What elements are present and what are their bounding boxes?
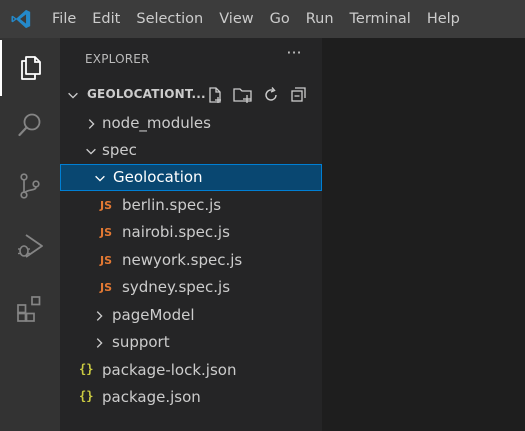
- menu-go[interactable]: Go: [262, 0, 298, 38]
- tree-folder-spec[interactable]: spec: [60, 137, 322, 164]
- activity-source-control[interactable]: [0, 158, 60, 214]
- tree-file-package-json[interactable]: {} package.json: [60, 384, 322, 411]
- menu-bar: File Edit Selection View Go Run Terminal…: [0, 0, 525, 38]
- refresh-button[interactable]: [260, 85, 282, 105]
- run-debug-icon: [18, 234, 43, 258]
- tree-item-label: newyork.spec.js: [122, 251, 243, 269]
- tree-item-label: node_modules: [102, 114, 211, 132]
- activity-explorer[interactable]: [0, 40, 60, 96]
- menu-view[interactable]: View: [211, 0, 261, 38]
- tree-folder-node-modules[interactable]: node_modules: [60, 110, 322, 137]
- activity-bar: [0, 38, 60, 431]
- menu-terminal[interactable]: Terminal: [342, 0, 419, 38]
- vscode-logo-icon: [2, 0, 40, 38]
- new-folder-icon: [233, 88, 252, 103]
- tree-item-label: package-lock.json: [102, 361, 237, 379]
- tree-folder-pagemodel[interactable]: pageModel: [60, 302, 322, 329]
- workspace-root-label: GEOLOCATIONT...: [87, 87, 206, 101]
- activity-extensions[interactable]: [0, 280, 60, 336]
- json-file-icon: {}: [79, 362, 94, 376]
- editor-area[interactable]: [322, 38, 525, 431]
- javascript-file-icon: JS: [100, 199, 113, 212]
- json-file-icon: {}: [79, 389, 94, 403]
- chevron-right-icon: [88, 119, 95, 129]
- menu-edit[interactable]: Edit: [84, 0, 128, 38]
- tree-folder-support[interactable]: support: [60, 329, 322, 356]
- chevron-down-icon: [95, 175, 105, 182]
- new-file-icon: [209, 87, 221, 103]
- tree-item-label: pageModel: [112, 306, 195, 324]
- tree-file-package-lock-json[interactable]: {} package-lock.json: [60, 357, 322, 384]
- tree-file-sydney-spec[interactable]: JS sydney.spec.js: [60, 274, 322, 301]
- chevron-down-icon: [86, 148, 96, 155]
- tree-item-label: spec: [102, 141, 137, 159]
- javascript-file-icon: JS: [100, 281, 113, 294]
- menu-file[interactable]: File: [44, 0, 84, 38]
- files-icon: [21, 56, 41, 80]
- tree-item-label: Geolocation: [113, 168, 203, 186]
- tree-item-label: support: [112, 333, 170, 351]
- tree-folder-geolocation[interactable]: Geolocation: [60, 164, 322, 191]
- javascript-file-icon: JS: [100, 254, 113, 267]
- menu-help[interactable]: Help: [419, 0, 468, 38]
- extensions-icon: [17, 296, 41, 322]
- tree-file-nairobi-spec[interactable]: JS nairobi.spec.js: [60, 219, 322, 246]
- chevron-right-icon: [96, 338, 103, 348]
- source-control-icon: [20, 173, 40, 199]
- explorer-sidebar: EXPLORER ··· GEOLOCATIONT... node_module…: [60, 38, 322, 431]
- activity-run-debug[interactable]: [0, 218, 60, 274]
- collapse-all-button[interactable]: [288, 85, 310, 105]
- collapse-all-icon: [291, 87, 306, 102]
- tree-file-berlin-spec[interactable]: JS berlin.spec.js: [60, 192, 322, 219]
- tree-item-label: berlin.spec.js: [122, 196, 222, 214]
- tree-item-label: sydney.spec.js: [122, 278, 231, 296]
- tree-file-newyork-spec[interactable]: JS newyork.spec.js: [60, 247, 322, 274]
- refresh-icon: [265, 87, 277, 101]
- new-file-button[interactable]: [204, 85, 226, 105]
- tree-item-label: nairobi.spec.js: [122, 223, 230, 241]
- chevron-down-icon: [68, 92, 78, 99]
- menu-run[interactable]: Run: [298, 0, 342, 38]
- workspace-root-header[interactable]: GEOLOCATIONT...: [60, 84, 322, 106]
- chevron-right-icon: [96, 311, 103, 321]
- search-icon: [18, 113, 41, 137]
- menu-selection[interactable]: Selection: [128, 0, 211, 38]
- tree-item-label: package.json: [102, 388, 201, 406]
- new-folder-button[interactable]: [232, 85, 254, 105]
- javascript-file-icon: JS: [100, 226, 113, 239]
- explorer-title: EXPLORER: [85, 52, 150, 66]
- more-actions-button[interactable]: ···: [282, 44, 306, 68]
- activity-search[interactable]: [0, 97, 60, 153]
